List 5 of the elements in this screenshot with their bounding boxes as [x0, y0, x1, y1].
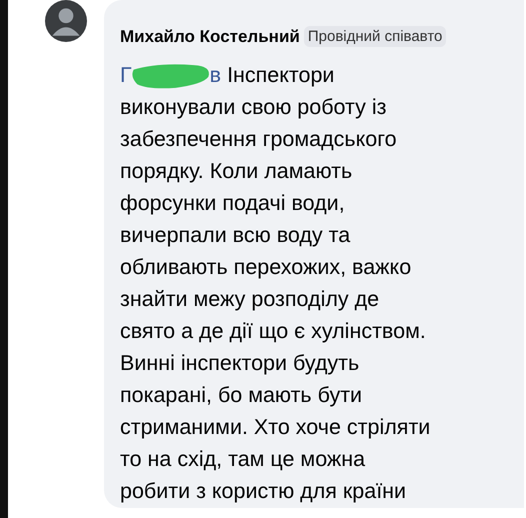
- comment-text: Г в Інспектори виконували свою роботу із забезпечення громадського порядку. Коли ламають форсунки подачі води, вичерпали всю воду та обливають перехожих, важко знайти межу розподілу де свято а де дії що є хулінством. Винні інспектори будуть покарані, бо мають бути стриманими. Хто хоче стріляти то на схід, там це можна робити з користю для країни: [120, 61, 432, 505]
- author-badge: Провідний співавто: [304, 26, 446, 47]
- author-name[interactable]: Михайло Костельний: [120, 26, 300, 46]
- mention-link[interactable]: Г в: [120, 63, 222, 87]
- avatar[interactable]: [45, 0, 87, 42]
